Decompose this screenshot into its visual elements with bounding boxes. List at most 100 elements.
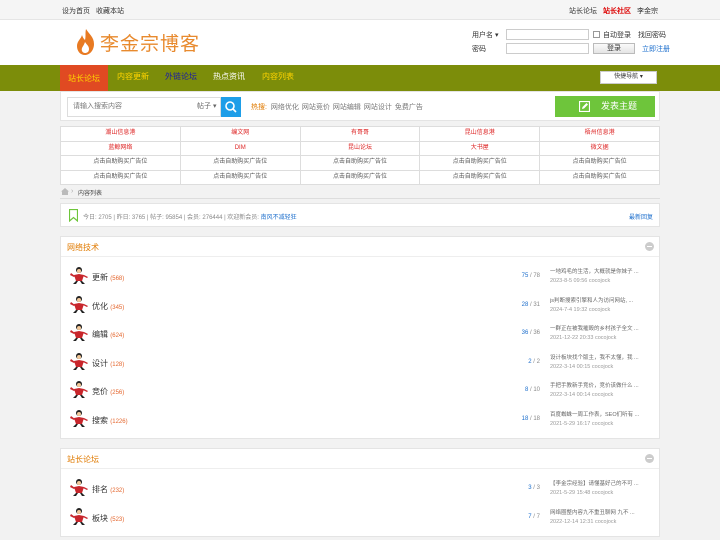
thread-count: 36: [521, 330, 529, 336]
hot-search-link[interactable]: 网站设计: [364, 104, 392, 111]
last-post-date: 2021-12-22 20:33 cocojock: [550, 335, 617, 341]
login-button[interactable]: 登录: [593, 43, 635, 54]
forum-mascot-icon: [70, 267, 88, 284]
forum-name[interactable]: 排名 (232): [92, 484, 124, 495]
hot-search-link[interactable]: 网站竞价: [302, 104, 330, 111]
ad-row: 点击自助购买广告位 点击自助购买广告位 点击自助购买广告位 点击自助购买广告位 点击自助…: [61, 170, 660, 185]
hot-search-link[interactable]: 免费广告: [395, 104, 423, 111]
last-post-title[interactable]: 设计板块找个版主，我不太懂，我 ...: [550, 353, 654, 361]
forum-name-text[interactable]: 搜索: [92, 416, 108, 425]
username-input[interactable]: [506, 29, 589, 40]
last-post-title[interactable]: 百度蜘蛛一周工作表，SEO们听有 ...: [550, 410, 654, 418]
topbar-link[interactable]: 设为首页: [62, 8, 90, 15]
site-logo[interactable]: 李金宗博客: [74, 28, 200, 56]
last-post-title[interactable]: js判断搜索引擎和人为访问网站, ...: [550, 296, 654, 304]
nav-item[interactable]: 外链论坛: [165, 65, 197, 91]
ad-link[interactable]: 潮山信息港: [61, 127, 181, 142]
forum-name[interactable]: 设计 (128): [92, 358, 124, 369]
latest-replies-link[interactable]: 最新回复: [629, 212, 653, 221]
ad-link[interactable]: 梧州信息港: [540, 127, 660, 142]
forum-row: 板块 (523) 7 / 7 网络圈整内容九不重丑聊网 九不 ... 2022-12-…: [61, 503, 659, 532]
collapse-icon[interactable]: [645, 242, 654, 251]
ad-link[interactable]: 点击自助购买广告位: [300, 170, 421, 185]
forum-name-text[interactable]: 设计: [92, 359, 108, 368]
last-post: 【李金宗经验】请懂基好己的不可 ... 2021-5-29 15:48 cocoj…: [550, 479, 654, 499]
ad-link[interactable]: 点击自助购买广告位: [420, 170, 541, 185]
forum-name-text[interactable]: 优化: [92, 302, 108, 311]
topbar-link[interactable]: 李金宗: [637, 8, 658, 15]
last-post: 一群正在被我摧毁的乡村孩子全文 ... 2021-12-22 20:33 coco…: [550, 324, 654, 344]
ad-grid: 潮山信息港 编文网 有哥哥 昆山信息港 梧州信息港 蓝鲸网络 DIM 昆山论坛 大书屋 微文据 点击…: [60, 126, 660, 185]
forum-row: 编辑 (624) 36 / 36 一群正在被我摧毁的乡村孩子全文 ... 2021-1…: [61, 319, 659, 348]
section-title[interactable]: 站长论坛: [67, 454, 99, 465]
stats-text: 今日: 2705 | 昨日: 3765 | 帖子: 95854 | 会员: 27…: [83, 215, 297, 221]
hot-search-link[interactable]: 网站编辑: [333, 104, 361, 111]
nav-item[interactable]: 站长论坛: [60, 65, 108, 91]
ad-link[interactable]: 编文网: [180, 127, 301, 142]
forum-thread-post-counts: 2 / 2: [528, 358, 540, 365]
forum-name[interactable]: 优化 (345): [92, 301, 124, 312]
search-button[interactable]: [221, 97, 241, 117]
new-member-link[interactable]: 南风不减轻狂: [261, 215, 297, 221]
post-count: 18: [533, 415, 540, 422]
ad-link[interactable]: 点击自助购买广告位: [61, 156, 181, 171]
logo-text: 李金宗博客: [100, 32, 201, 55]
forum-thread-post-counts: 8 / 10: [524, 387, 540, 393]
password-input[interactable]: [506, 43, 589, 54]
forum-name[interactable]: 编辑 (624): [92, 329, 124, 340]
forum-name[interactable]: 搜索 (1226): [92, 415, 128, 426]
ad-link[interactable]: 大书屋: [420, 141, 541, 156]
last-post-title[interactable]: 【李金宗经验】请懂基好己的不可 ...: [550, 479, 654, 487]
topbar-link[interactable]: 站长社区: [603, 8, 631, 15]
ad-link[interactable]: 点击自助购买广告位: [180, 170, 301, 185]
quick-nav-button[interactable]: 快捷导航 ▾: [600, 71, 657, 84]
forum-name-text[interactable]: 排名: [92, 485, 108, 494]
last-post-title[interactable]: 一地鸡毛的生活，大概就是你妹子 ...: [550, 267, 654, 275]
home-icon[interactable]: [61, 188, 69, 195]
forum-name[interactable]: 更新 (568): [92, 272, 124, 283]
collapse-icon[interactable]: [645, 454, 654, 463]
forum-name[interactable]: 竞价 (256): [92, 386, 124, 397]
auto-login-checkbox[interactable]: [593, 31, 600, 38]
last-post: 一地鸡毛的生活，大概就是你妹子 ... 2023-8-5 09:56 cocojo…: [550, 267, 654, 287]
nav-item[interactable]: 内容更新: [117, 65, 149, 91]
ad-link[interactable]: 点击自助购买广告位: [540, 170, 660, 185]
forum-name[interactable]: 板块 (523): [92, 513, 124, 524]
ad-link[interactable]: 点击自助购买广告位: [540, 156, 660, 171]
register-link[interactable]: 立即注册: [642, 44, 670, 54]
ad-link[interactable]: 点击自助购买广告位: [180, 156, 301, 171]
ad-link[interactable]: 点击自助购买广告位: [300, 156, 421, 171]
thread-count: 7: [528, 513, 532, 520]
forum-name-text[interactable]: 竞价: [92, 387, 108, 396]
ad-link[interactable]: 昆山信息港: [420, 127, 541, 142]
forgot-password-link[interactable]: 找回密码: [638, 30, 666, 40]
last-post-title[interactable]: 手把手教新手竞价，竞价该做什么 ...: [550, 381, 654, 389]
nav-item[interactable]: 内容列表: [262, 65, 294, 91]
ad-link[interactable]: 蓝鲸网络: [61, 141, 181, 156]
ad-link[interactable]: DIM: [180, 141, 301, 156]
search-type-select[interactable]: 帖子 ▾: [193, 97, 221, 117]
topbar-link[interactable]: 站长论坛: [569, 8, 597, 15]
post-count: 7: [536, 513, 540, 520]
forum-today-count: (1226): [110, 418, 128, 425]
ad-link[interactable]: 昆山论坛: [300, 141, 421, 156]
nav-item[interactable]: 热点资讯: [213, 65, 245, 91]
topbar-link[interactable]: 收藏本站: [96, 8, 124, 15]
ad-link[interactable]: 微文据: [540, 141, 660, 156]
post-topic-button[interactable]: 发表主题: [555, 96, 655, 117]
forum-name-text[interactable]: 板块: [92, 514, 108, 523]
forum-name-text[interactable]: 编辑: [92, 330, 108, 339]
ad-row: 点击自助购买广告位 点击自助购买广告位 点击自助购买广告位 点击自助购买广告位 点击自助…: [61, 156, 660, 171]
section-title[interactable]: 网络技术: [67, 242, 99, 253]
hot-search-link[interactable]: 网络优化: [271, 104, 299, 111]
bookmark-icon: [69, 209, 78, 222]
last-post-date: 2021-5-29 16:17 cocojock: [550, 420, 614, 427]
ad-link[interactable]: 点击自助购买广告位: [61, 170, 181, 185]
forum-name-text[interactable]: 更新: [92, 273, 108, 282]
last-post-title[interactable]: 网络圈整内容九不重丑聊网 九不 ...: [550, 508, 654, 516]
last-post-title[interactable]: 一群正在被我摧毁的乡村孩子全文 ...: [550, 324, 654, 332]
ad-link[interactable]: 点击自助购买广告位: [420, 156, 541, 171]
thread-count: 8: [524, 387, 529, 393]
ad-link[interactable]: 有哥哥: [300, 127, 421, 142]
topbar-left: 设为首页 收藏本站: [62, 6, 130, 16]
